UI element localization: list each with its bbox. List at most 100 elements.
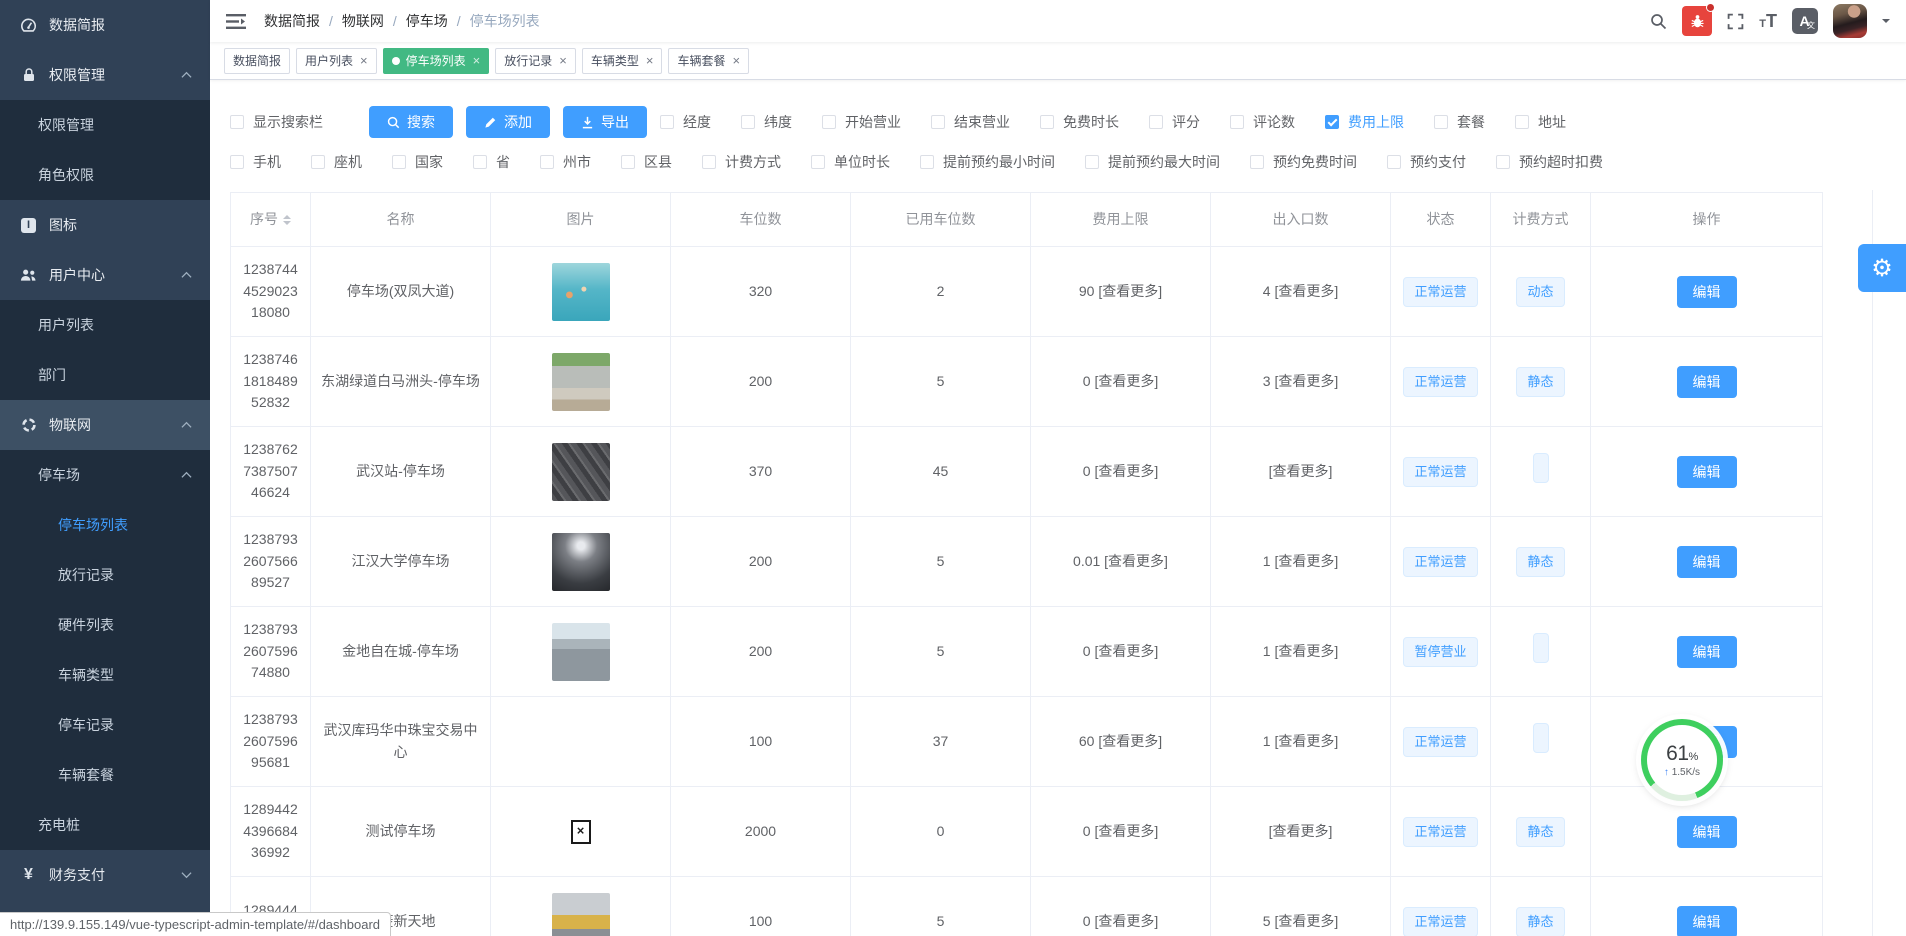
checkbox-address[interactable]: 地址 <box>1515 112 1566 132</box>
tab-close-icon[interactable]: × <box>559 54 567 67</box>
tab-parking-list[interactable]: 停车场列表 × <box>383 48 490 74</box>
checkbox-package[interactable]: 套餐 <box>1434 112 1485 132</box>
station-parking-aerial-photo[interactable] <box>552 443 610 501</box>
checkbox-max-reserve-time[interactable]: 提前预约最大时间 <box>1085 152 1220 172</box>
checkbox-reserve-overtime-fee[interactable]: 预约超时扣费 <box>1496 152 1603 172</box>
error-log-button[interactable] <box>1682 6 1712 36</box>
edit-button[interactable]: 编辑 <box>1677 906 1737 936</box>
indoor-garage-photo[interactable] <box>552 533 610 591</box>
tab-close-icon[interactable]: × <box>732 54 740 67</box>
gates-more-link[interactable]: 5 [查看更多] <box>1211 877 1391 936</box>
checkbox-district[interactable]: 区县 <box>621 152 672 172</box>
tab-pass-records[interactable]: 放行记录 × <box>495 48 576 74</box>
checkbox-province[interactable]: 省 <box>473 152 510 172</box>
column-header-id[interactable]: 序号 <box>231 193 311 247</box>
tab-close-icon[interactable]: × <box>473 54 481 67</box>
checkbox-country[interactable]: 国家 <box>392 152 443 172</box>
checkbox-unit-duration[interactable]: 单位时长 <box>811 152 890 172</box>
edit-button[interactable]: 编辑 <box>1677 816 1737 848</box>
fee-more-link[interactable]: 90 [查看更多] <box>1031 247 1211 337</box>
checkbox-landline[interactable]: 座机 <box>311 152 362 172</box>
sidebar-item-dashboard[interactable]: 数据简报 <box>0 0 210 50</box>
font-size-icon[interactable]: TT <box>1759 12 1777 30</box>
gates-more-link[interactable]: 4 [查看更多] <box>1211 247 1391 337</box>
building-photo[interactable] <box>552 623 610 681</box>
checkbox-min-reserve-time[interactable]: 提前预约最小时间 <box>920 152 1055 172</box>
gates-more-link[interactable]: 3 [查看更多] <box>1211 337 1391 427</box>
user-avatar[interactable] <box>1833 4 1867 38</box>
tab-user-list[interactable]: 用户列表 × <box>296 48 377 74</box>
gates-more-link[interactable]: 1 [查看更多] <box>1211 697 1391 787</box>
sidebar-item-user-list[interactable]: 用户列表 <box>0 300 210 350</box>
fee-more-link[interactable]: 0 [查看更多] <box>1031 607 1211 697</box>
sidebar-item-user-center[interactable]: 用户中心 <box>0 250 210 300</box>
fee-more-link[interactable]: 0 [查看更多] <box>1031 427 1211 517</box>
sidebar-item-role-permission[interactable]: 角色权限 <box>0 150 210 200</box>
breadcrumb-item[interactable]: 数据简报 <box>264 11 320 31</box>
tab-vehicle-package[interactable]: 车辆套餐 × <box>668 48 749 74</box>
checkbox-free-duration[interactable]: 免费时长 <box>1040 112 1119 132</box>
sidebar-item-hardware-list[interactable]: 硬件列表 <box>0 600 210 650</box>
checkbox-show-search-bar[interactable]: 显示搜索栏 <box>230 112 323 132</box>
sidebar-item-permission-group[interactable]: 权限管理 <box>0 50 210 100</box>
search-icon[interactable] <box>1650 13 1667 30</box>
fee-more-link[interactable]: 0 [查看更多] <box>1031 337 1211 427</box>
sidebar-item-finance[interactable]: ¥ 财务支付 <box>0 850 210 900</box>
checkbox-comment-count[interactable]: 评论数 <box>1230 112 1295 132</box>
checkbox-longitude[interactable]: 经度 <box>660 112 711 132</box>
sidebar-item-iot[interactable]: 物联网 <box>0 400 210 450</box>
hamburger-menu-icon[interactable] <box>226 13 246 30</box>
gates-more-link[interactable]: 1 [查看更多] <box>1211 517 1391 607</box>
checkbox-rating[interactable]: 评分 <box>1149 112 1200 132</box>
tab-close-icon[interactable]: × <box>646 54 654 67</box>
fullscreen-icon[interactable] <box>1727 13 1744 30</box>
sidebar-item-icons[interactable]: I 图标 <box>0 200 210 250</box>
checkbox-open-time[interactable]: 开始营业 <box>822 112 901 132</box>
checkbox-reserve-pay[interactable]: 预约支付 <box>1387 152 1466 172</box>
translate-icon[interactable]: A 文 <box>1792 8 1818 34</box>
checkbox-mobile[interactable]: 手机 <box>230 152 281 172</box>
breadcrumb-item[interactable]: 物联网 <box>342 11 384 31</box>
add-button[interactable]: 添加 <box>466 106 550 138</box>
status-badge: 暂停营业 <box>1403 637 1477 667</box>
sidebar-item-permission[interactable]: 权限管理 <box>0 100 210 150</box>
fee-more-link[interactable]: 0 [查看更多] <box>1031 877 1211 936</box>
export-button[interactable]: 导出 <box>563 106 647 138</box>
edit-button[interactable]: 编辑 <box>1677 456 1737 488</box>
search-button[interactable]: 搜索 <box>369 106 453 138</box>
sidebar-item-parking-list[interactable]: 停车场列表 <box>0 500 210 550</box>
sort-carets-icon[interactable] <box>283 211 291 229</box>
checkbox-city[interactable]: 州市 <box>540 152 591 172</box>
sidebar-item-vehicle-type[interactable]: 车辆类型 <box>0 650 210 700</box>
pool-playground-photo[interactable] <box>552 263 610 321</box>
checkbox-close-time[interactable]: 结束营业 <box>931 112 1010 132</box>
sidebar-item-vehicle-package[interactable]: 车辆套餐 <box>0 750 210 800</box>
sidebar-item-parking-group[interactable]: 停车场 <box>0 450 210 500</box>
sidebar-item-charging-pile[interactable]: 充电桩 <box>0 800 210 850</box>
mall-interior-photo[interactable] <box>552 893 610 936</box>
checkbox-billing-mode[interactable]: 计费方式 <box>702 152 781 172</box>
settings-panel-button[interactable]: ⚙ <box>1858 244 1906 292</box>
fee-more-link[interactable]: 60 [查看更多] <box>1031 697 1211 787</box>
checkbox-fee-limit[interactable]: 费用上限 <box>1325 112 1404 132</box>
tab-dashboard[interactable]: 数据简报 <box>224 48 290 74</box>
parking-lot-aerial-photo[interactable] <box>552 353 610 411</box>
sidebar-item-parking-records[interactable]: 停车记录 <box>0 700 210 750</box>
gates-more-link[interactable]: [查看更多] <box>1211 787 1391 877</box>
edit-button[interactable]: 编辑 <box>1677 636 1737 668</box>
gates-more-link[interactable]: [查看更多] <box>1211 427 1391 517</box>
edit-button[interactable]: 编辑 <box>1677 546 1737 578</box>
checkbox-latitude[interactable]: 纬度 <box>741 112 792 132</box>
sidebar-item-pass-records[interactable]: 放行记录 <box>0 550 210 600</box>
edit-button[interactable]: 编辑 <box>1677 366 1737 398</box>
fee-more-link[interactable]: 0 [查看更多] <box>1031 787 1211 877</box>
tab-close-icon[interactable]: × <box>360 54 368 67</box>
checkbox-reserve-free-time[interactable]: 预约免费时间 <box>1250 152 1357 172</box>
edit-button[interactable]: 编辑 <box>1677 276 1737 308</box>
caret-down-icon[interactable] <box>1882 19 1890 27</box>
breadcrumb-item[interactable]: 停车场 <box>406 11 448 31</box>
sidebar-item-department[interactable]: 部门 <box>0 350 210 400</box>
fee-more-link[interactable]: 0.01 [查看更多] <box>1031 517 1211 607</box>
gates-more-link[interactable]: 1 [查看更多] <box>1211 607 1391 697</box>
tab-vehicle-type[interactable]: 车辆类型 × <box>582 48 663 74</box>
